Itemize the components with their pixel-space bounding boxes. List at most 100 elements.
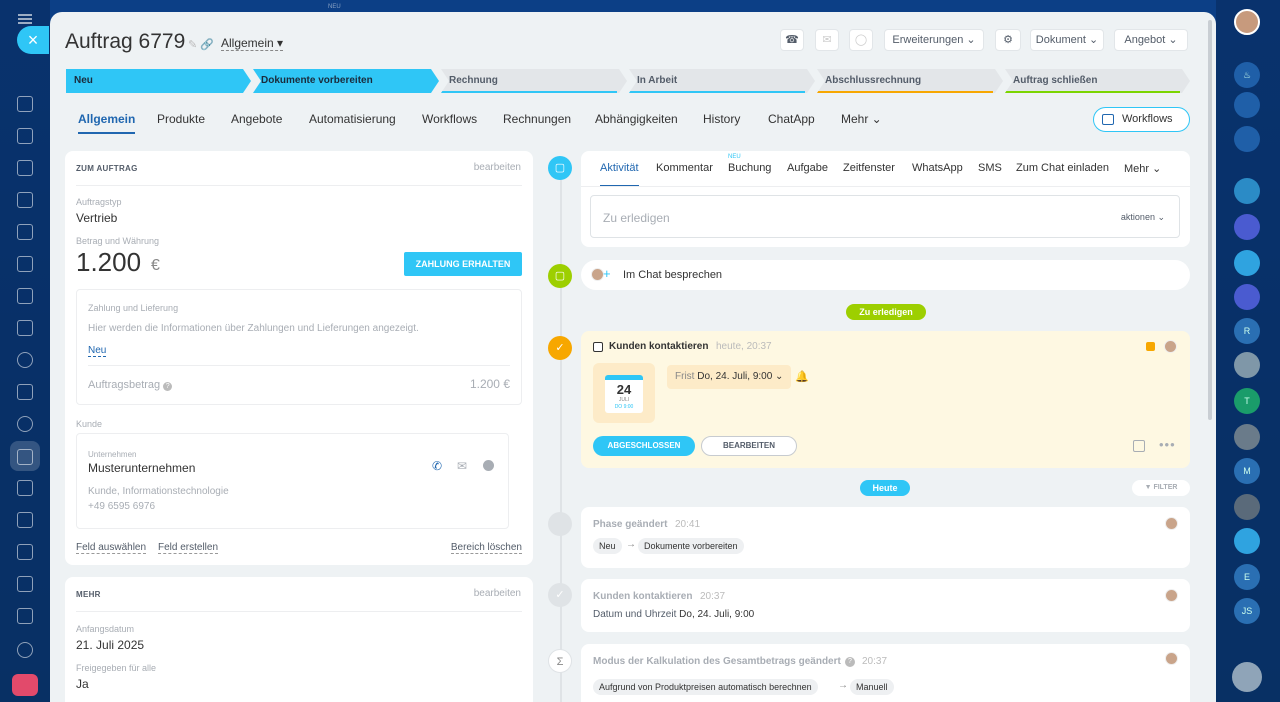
search-chat-icon[interactable] bbox=[1234, 178, 1260, 204]
chat-button[interactable]: ◯ bbox=[849, 29, 873, 51]
contact-avatar-t[interactable]: T bbox=[1234, 388, 1260, 414]
tab-automatisierung[interactable]: Automatisierung bbox=[309, 112, 396, 126]
contact-avatar-photo3[interactable] bbox=[1234, 494, 1260, 520]
notifications-icon[interactable]: ♨ bbox=[1234, 62, 1260, 88]
tab-allgemein[interactable]: Allgemein bbox=[78, 112, 136, 134]
contact-avatar-photo2[interactable] bbox=[1234, 424, 1260, 450]
phone-button[interactable]: ☎ bbox=[780, 29, 804, 51]
analytics-icon[interactable] bbox=[17, 480, 33, 496]
todo-input[interactable]: Zu erledigen aktionen ⌄ bbox=[590, 195, 1180, 238]
automation-icon[interactable] bbox=[17, 544, 33, 560]
copilot2-icon[interactable] bbox=[1234, 284, 1260, 310]
help-icon[interactable]: ? bbox=[845, 657, 855, 667]
group-icon[interactable] bbox=[1234, 528, 1260, 554]
stage-auftrag-schliessen[interactable]: Auftrag schließen bbox=[1005, 69, 1190, 93]
chat-bubble-icon[interactable] bbox=[1234, 250, 1260, 276]
task-title[interactable]: Kunden kontaktieren bbox=[609, 341, 708, 352]
sites-icon[interactable] bbox=[17, 352, 33, 368]
tab-produkte[interactable]: Produkte bbox=[157, 112, 205, 126]
contact-avatar-r[interactable]: R bbox=[1234, 318, 1260, 344]
call-icon[interactable]: ✆ bbox=[432, 459, 442, 473]
document-icon[interactable] bbox=[17, 192, 33, 208]
document-dropdown[interactable]: Dokument ⌄ bbox=[1030, 29, 1104, 51]
stage-dokumente-vorbereiten[interactable]: Dokumente vorbereiten bbox=[253, 69, 439, 93]
workflows-button[interactable]: Workflows bbox=[1093, 107, 1190, 132]
calendar-icon[interactable] bbox=[17, 160, 33, 176]
edit-section-link[interactable]: bearbeiten bbox=[474, 162, 521, 173]
activity-tab-sms[interactable]: SMS bbox=[978, 162, 1002, 174]
contact-avatar-js[interactable]: JS bbox=[1234, 598, 1260, 624]
filter-button[interactable]: ▼ FILTER bbox=[1132, 480, 1190, 496]
robot-icon[interactable] bbox=[17, 576, 33, 592]
scrollbar[interactable] bbox=[1208, 20, 1212, 420]
note-icon[interactable] bbox=[1133, 440, 1145, 452]
more-options-icon[interactable]: ••• bbox=[1159, 437, 1176, 452]
activity-icon[interactable] bbox=[1234, 92, 1260, 118]
stage-rechnung[interactable]: Rechnung bbox=[441, 69, 627, 93]
payment-received-button[interactable]: ZAHLUNG ERHALTEN bbox=[404, 252, 522, 276]
activity-tab-mehr[interactable]: Mehr ⌄ bbox=[1124, 162, 1161, 175]
chat-icon[interactable] bbox=[17, 128, 33, 144]
tab-history[interactable]: History bbox=[703, 112, 740, 126]
contact-avatar-m[interactable]: M bbox=[1234, 458, 1260, 484]
chat-discuss-bar[interactable]: + Im Chat besprechen bbox=[581, 260, 1190, 290]
settings-gear-button[interactable]: ⚙ bbox=[995, 29, 1021, 51]
deadline-dropdown[interactable]: Frist Do, 24. Juli, 9:00 ⌄ bbox=[667, 365, 792, 389]
user-avatar[interactable] bbox=[1234, 9, 1260, 35]
stage-in-arbeit[interactable]: In Arbeit bbox=[629, 69, 815, 93]
tab-chatapp[interactable]: ChatApp bbox=[768, 112, 815, 126]
workgroups-icon[interactable] bbox=[17, 384, 33, 400]
activity-tab-kommentar[interactable]: Kommentar bbox=[656, 162, 713, 174]
menu-icon[interactable] bbox=[18, 14, 32, 24]
create-field-link[interactable]: Feld erstellen bbox=[158, 542, 219, 554]
company-icon[interactable] bbox=[17, 608, 33, 624]
help-chat-icon[interactable] bbox=[1232, 662, 1262, 692]
activity-tab-zeitfenster[interactable]: Zeitfenster bbox=[843, 162, 895, 174]
target-icon[interactable] bbox=[17, 416, 33, 432]
color-marker[interactable] bbox=[1146, 342, 1155, 351]
close-slider-button[interactable]: × bbox=[17, 26, 49, 54]
activity-tab-whatsapp[interactable]: WhatsApp bbox=[912, 162, 963, 174]
shop-icon[interactable] bbox=[17, 512, 33, 528]
activity-tab-aktivitaet[interactable]: Aktivität bbox=[600, 162, 639, 187]
todo-actions-dropdown[interactable]: aktionen ⌄ bbox=[1121, 212, 1165, 223]
activity-tab-chat-einladen[interactable]: Zum Chat einladen bbox=[1016, 162, 1109, 174]
market-icon[interactable] bbox=[12, 674, 38, 696]
task-checkbox[interactable] bbox=[593, 342, 603, 352]
delete-section-link[interactable]: Bereich löschen bbox=[450, 542, 522, 554]
mail-button[interactable]: ✉ bbox=[815, 29, 839, 51]
edit-more-link[interactable]: bearbeiten bbox=[474, 588, 521, 599]
drive-icon[interactable] bbox=[17, 256, 33, 272]
tab-workflows[interactable]: Workflows bbox=[422, 112, 477, 126]
tab-angebote[interactable]: Angebote bbox=[231, 112, 282, 126]
company-name[interactable]: Musterunternehmen bbox=[88, 461, 195, 475]
message-icon[interactable] bbox=[483, 460, 494, 471]
contact-avatar-photo1[interactable] bbox=[1234, 352, 1260, 378]
payment-new-link[interactable]: Neu bbox=[88, 345, 107, 357]
stage-neu[interactable]: Neu bbox=[66, 69, 251, 93]
task-complete-button[interactable]: ABGESCHLOSSEN bbox=[593, 436, 695, 456]
contacts-icon[interactable] bbox=[17, 320, 33, 336]
tasks-icon[interactable] bbox=[17, 224, 33, 240]
tab-rechnungen[interactable]: Rechnungen bbox=[503, 112, 571, 126]
email-icon[interactable]: ✉ bbox=[457, 459, 467, 473]
settings-icon[interactable] bbox=[17, 642, 33, 658]
offer-dropdown[interactable]: Angebot ⌄ bbox=[1114, 29, 1188, 51]
activity-tab-buchung[interactable]: Buchung bbox=[728, 162, 771, 174]
category-dropdown[interactable]: Allgemein ▾ bbox=[221, 36, 284, 51]
feed-icon[interactable] bbox=[17, 96, 33, 112]
tab-abhaengigkeiten[interactable]: Abhängigkeiten bbox=[595, 112, 678, 126]
crm-filter-icon[interactable] bbox=[17, 449, 33, 465]
bell-icon[interactable]: 🔔 bbox=[795, 370, 809, 383]
extensions-dropdown[interactable]: Erweiterungen ⌄ bbox=[884, 29, 984, 51]
activity-tab-aufgabe[interactable]: Aufgabe bbox=[787, 162, 828, 174]
tab-mehr[interactable]: Mehr ⌄ bbox=[841, 112, 882, 126]
mail-icon[interactable] bbox=[17, 288, 33, 304]
task-edit-button[interactable]: BEARBEITEN bbox=[701, 436, 797, 456]
edit-link-icons[interactable]: ✎ 🔗 bbox=[188, 38, 214, 51]
stage-abschlussrechnung[interactable]: Abschlussrechnung bbox=[817, 69, 1003, 93]
select-field-link[interactable]: Feld auswählen bbox=[76, 542, 147, 554]
copilot-icon[interactable] bbox=[1234, 214, 1260, 240]
messenger-icon[interactable] bbox=[1234, 126, 1260, 152]
contact-avatar-e[interactable]: E bbox=[1234, 564, 1260, 590]
